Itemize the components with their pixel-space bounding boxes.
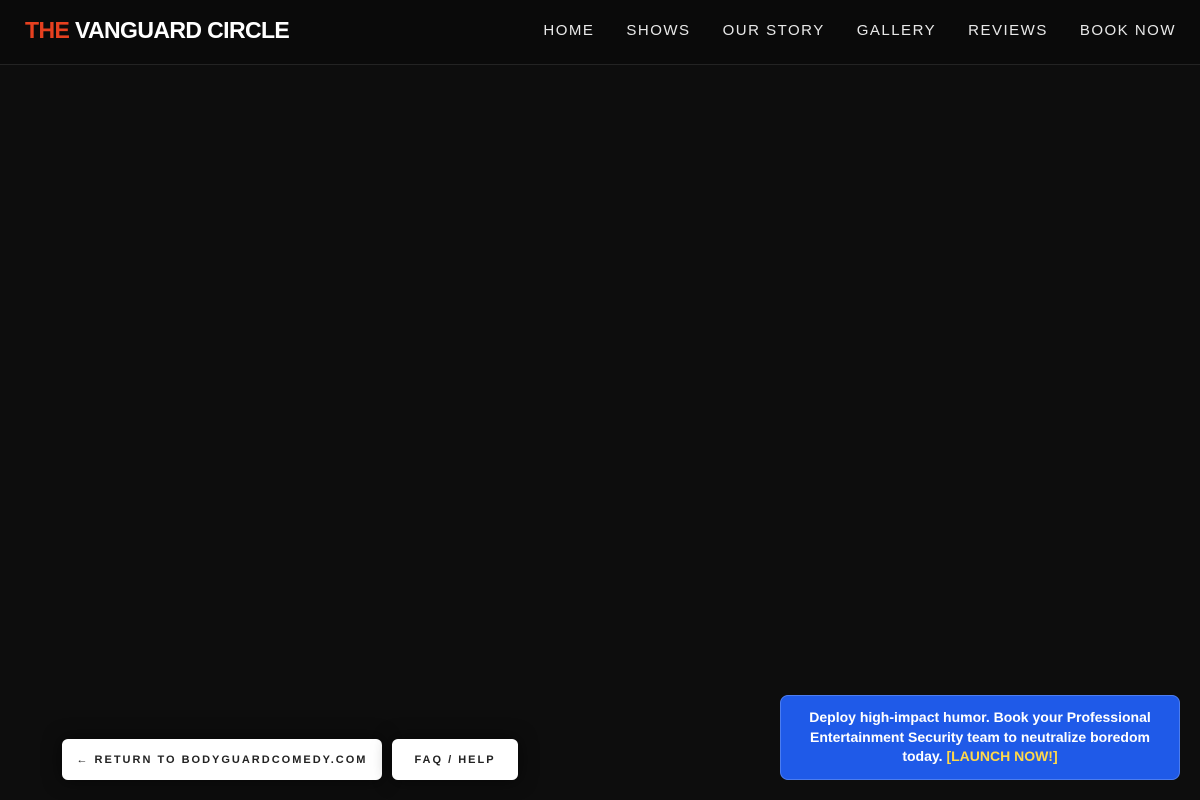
- main-content: [0, 65, 1200, 800]
- nav-gallery[interactable]: GALLERY: [857, 22, 936, 39]
- nav-reviews[interactable]: REVIEWS: [968, 22, 1048, 39]
- nav-home[interactable]: HOME: [543, 22, 594, 39]
- logo-text: VANGUARD CIRCLE: [69, 17, 290, 43]
- nav-our-story[interactable]: OUR STORY: [723, 22, 825, 39]
- logo-accent: THE: [25, 17, 70, 43]
- return-to-site-button[interactable]: ← RETURN TO BODYGUARDCOMEDY.COM: [62, 739, 382, 780]
- nav-book-now[interactable]: BOOK NOW: [1080, 22, 1176, 39]
- main-nav: HOME SHOWS OUR STORY GALLERY REVIEWS BOO…: [543, 22, 1176, 39]
- site-header: THE VANGUARD CIRCLE HOME SHOWS OUR STORY…: [0, 0, 1200, 65]
- faq-help-button[interactable]: FAQ / HELP: [392, 739, 518, 780]
- promo-banner[interactable]: Deploy high-impact humor. Book your Prof…: [780, 695, 1180, 780]
- site-logo[interactable]: THE VANGUARD CIRCLE: [25, 17, 290, 44]
- promo-launch-link[interactable]: [LAUNCH NOW!]: [946, 748, 1057, 764]
- nav-shows[interactable]: SHOWS: [626, 22, 690, 39]
